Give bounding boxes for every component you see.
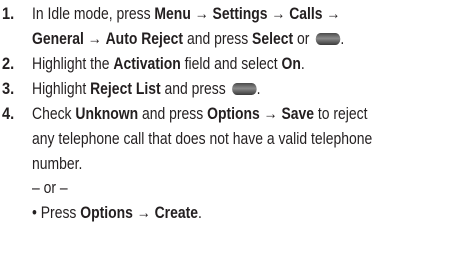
general-label: General — [32, 28, 84, 48]
arrow: → — [190, 4, 213, 23]
instruction-page: 1. In Idle mode, press Menu → Settings →… — [0, 0, 472, 273]
text-run: Highlight — [32, 79, 91, 98]
step-text: Highlight the Activation field and selec… — [32, 52, 458, 77]
text-run: and press — [183, 28, 253, 48]
text-run: . — [198, 203, 202, 223]
options-label: Options — [207, 104, 260, 123]
text-run: or — [293, 28, 314, 48]
step-number: 2. — [2, 54, 15, 73]
unknown-label: Unknown — [75, 104, 139, 123]
menu-softkey-button-icon — [315, 32, 341, 45]
create-label: Create — [154, 203, 199, 223]
text-run: Press — [36, 203, 81, 223]
text-run: and press — [138, 104, 208, 123]
text-run: In Idle mode, press — [32, 4, 155, 23]
step-line: Highlight the Activation field and selec… — [32, 52, 458, 77]
step-text: Highlight Reject List and press . — [32, 77, 458, 102]
text-run: . — [340, 28, 345, 48]
text-run: Check — [32, 104, 76, 123]
arrow: → — [83, 28, 106, 48]
on-label: On — [281, 54, 301, 73]
step-text: In Idle mode, press Menu → Settings → Ca… — [32, 2, 458, 52]
settings-label: Settings — [212, 4, 268, 23]
text-run: field and select — [180, 54, 282, 73]
step-line: number. — [32, 153, 83, 173]
step-number: 1. — [2, 4, 15, 23]
step-line: General → Auto Reject and press Select o… — [32, 27, 458, 52]
step-line: any telephone call that does not have a … — [32, 128, 373, 148]
options-label: Options — [80, 203, 133, 223]
step-line: Check Unknown and press Options → Save t… — [32, 102, 458, 127]
reject-list-label: Reject List — [90, 79, 161, 98]
calls-label: Calls — [289, 4, 323, 23]
activation-label: Activation — [113, 54, 181, 73]
step-number: 4. — [2, 104, 15, 123]
step-number: 3. — [2, 79, 15, 98]
bullet-item: • Press Options → Create. — [32, 201, 458, 226]
menu-softkey-button-icon — [232, 83, 257, 95]
text-run: to reject — [314, 104, 368, 123]
or-separator: – or – — [32, 178, 68, 198]
text-run: . — [300, 54, 305, 73]
save-label: Save — [281, 104, 315, 123]
arrow: → — [259, 104, 282, 123]
step-line: In Idle mode, press Menu → Settings → Ca… — [32, 2, 458, 27]
step-line: Highlight Reject List and press . — [32, 77, 458, 102]
text-run: Highlight the — [32, 54, 114, 73]
menu-label: Menu — [154, 4, 191, 23]
arrow: → — [322, 4, 341, 23]
text-run: and press — [160, 79, 230, 98]
auto-reject-label: Auto Reject — [105, 28, 184, 48]
text-run: . — [256, 79, 261, 98]
select-label: Select — [252, 28, 294, 48]
arrow: → — [132, 203, 155, 223]
arrow: → — [267, 4, 290, 23]
step-text: Check Unknown and press Options → Save t… — [32, 102, 458, 226]
